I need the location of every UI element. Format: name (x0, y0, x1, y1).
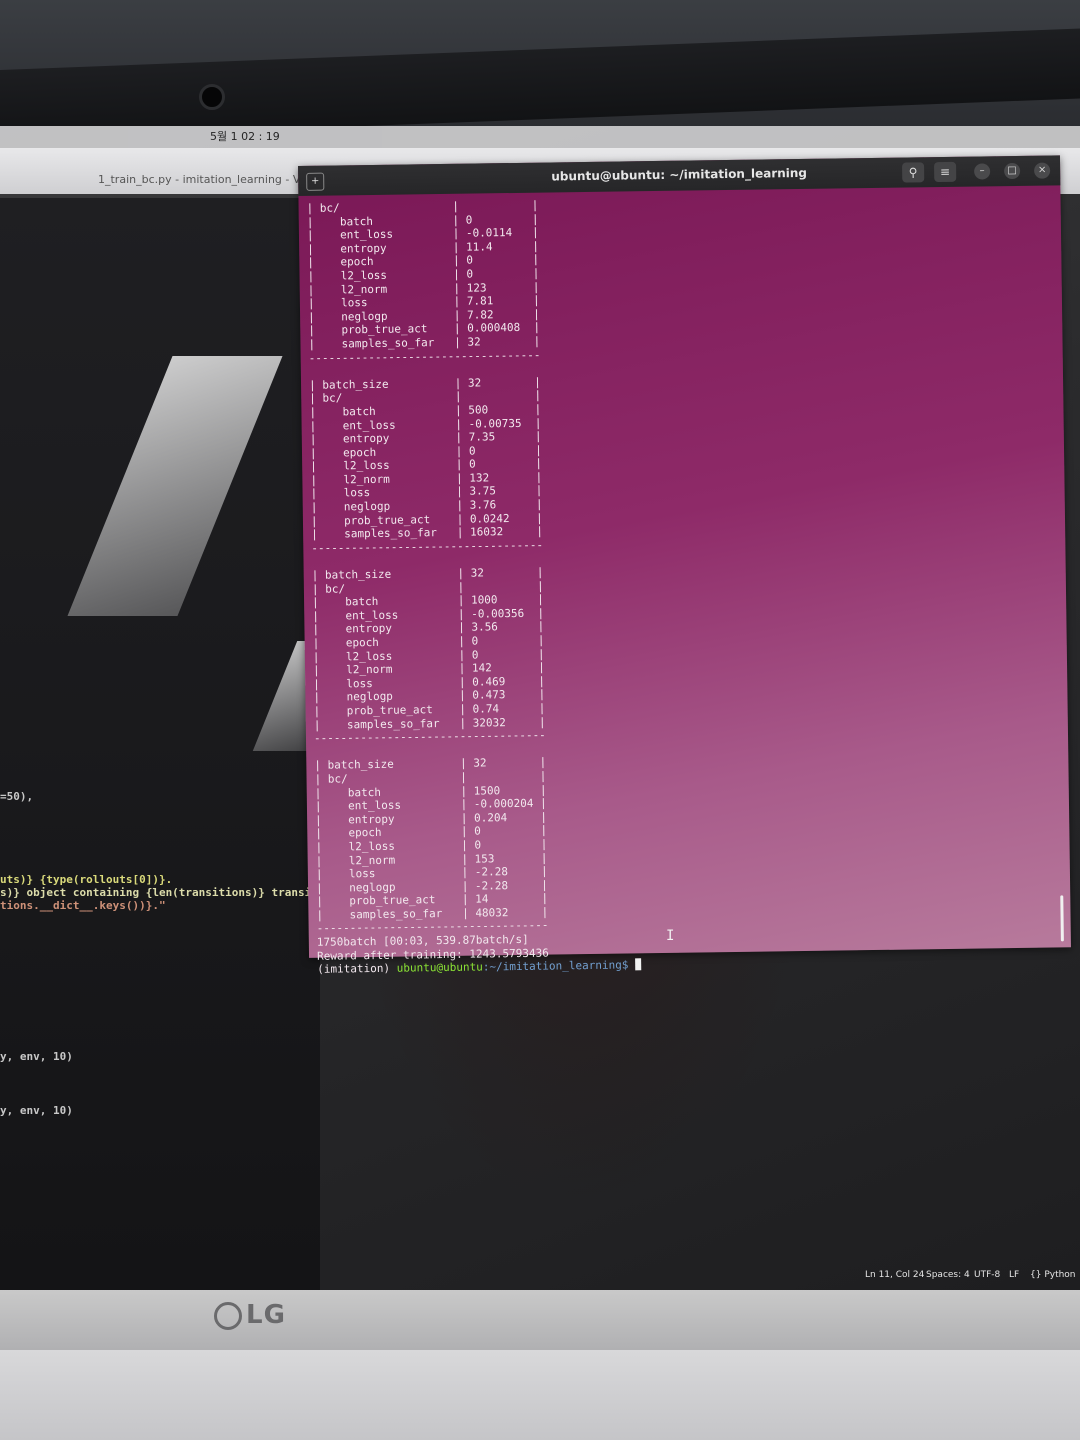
terminal-window[interactable]: + ubuntu@ubuntu: ~/imitation_learning ⚲ … (298, 155, 1071, 976)
log-table: | bc/ | | | batch | 0 | | ent_loss | -0.01… (307, 197, 633, 378)
code-line[interactable]: y, env, 10) (0, 1050, 73, 1063)
code-line[interactable]: =50), (0, 790, 33, 803)
terminal-output[interactable]: | bc/ | | | batch | 0 | | ent_loss | -0.01… (307, 197, 642, 976)
os-clock[interactable]: 5월 1 02 : 19 (210, 128, 280, 144)
terminal-cursor[interactable] (635, 958, 642, 971)
text-cursor-icon: I (666, 928, 675, 944)
status-cursor-position[interactable]: Ln 11, Col 24 (865, 1270, 924, 1280)
webcam-icon (199, 84, 225, 110)
menu-icon[interactable]: ≡ (934, 161, 957, 183)
status-language[interactable]: {} Python (1030, 1270, 1076, 1280)
laptop-bottom-bezel (0, 1290, 1080, 1350)
os-top-bar: 5월 1 02 : 19 (0, 126, 1080, 148)
log-table: | batch_size | 32 | | bc/ | | | batch | 50… (309, 374, 636, 569)
code-line[interactable]: tions.__dict__.keys())}." (0, 899, 166, 912)
code-line[interactable]: uts)} {type(rollouts[0])}. (0, 873, 172, 886)
log-table: | batch_size | 32 | | bc/ | | | batch | 10… (312, 564, 639, 759)
prompt-symbol: $ (621, 958, 636, 972)
terminal-scrollbar[interactable] (1060, 895, 1064, 942)
code-line[interactable]: y, env, 10) (0, 1104, 73, 1117)
prompt-path: :~/imitation_learning (482, 958, 622, 974)
search-icon[interactable]: ⚲ (902, 162, 925, 183)
status-eol[interactable]: LF (1009, 1270, 1019, 1280)
close-icon[interactable]: × (1034, 162, 1051, 179)
log-table: | batch_size | 32 | | bc/ | | | batch | 15… (314, 755, 640, 936)
keyboard-deck (0, 1350, 1080, 1440)
prompt-env: (imitation) (317, 961, 397, 977)
prompt-user: ubuntu@ubuntu (396, 960, 483, 975)
status-encoding[interactable]: UTF-8 (974, 1270, 1000, 1280)
code-line[interactable]: s)} object containing {len(transitions)}… (0, 886, 338, 899)
lg-logo-icon (214, 1301, 242, 1330)
lg-logo: LG (214, 1300, 286, 1330)
status-indentation[interactable]: Spaces: 4 (926, 1270, 970, 1280)
